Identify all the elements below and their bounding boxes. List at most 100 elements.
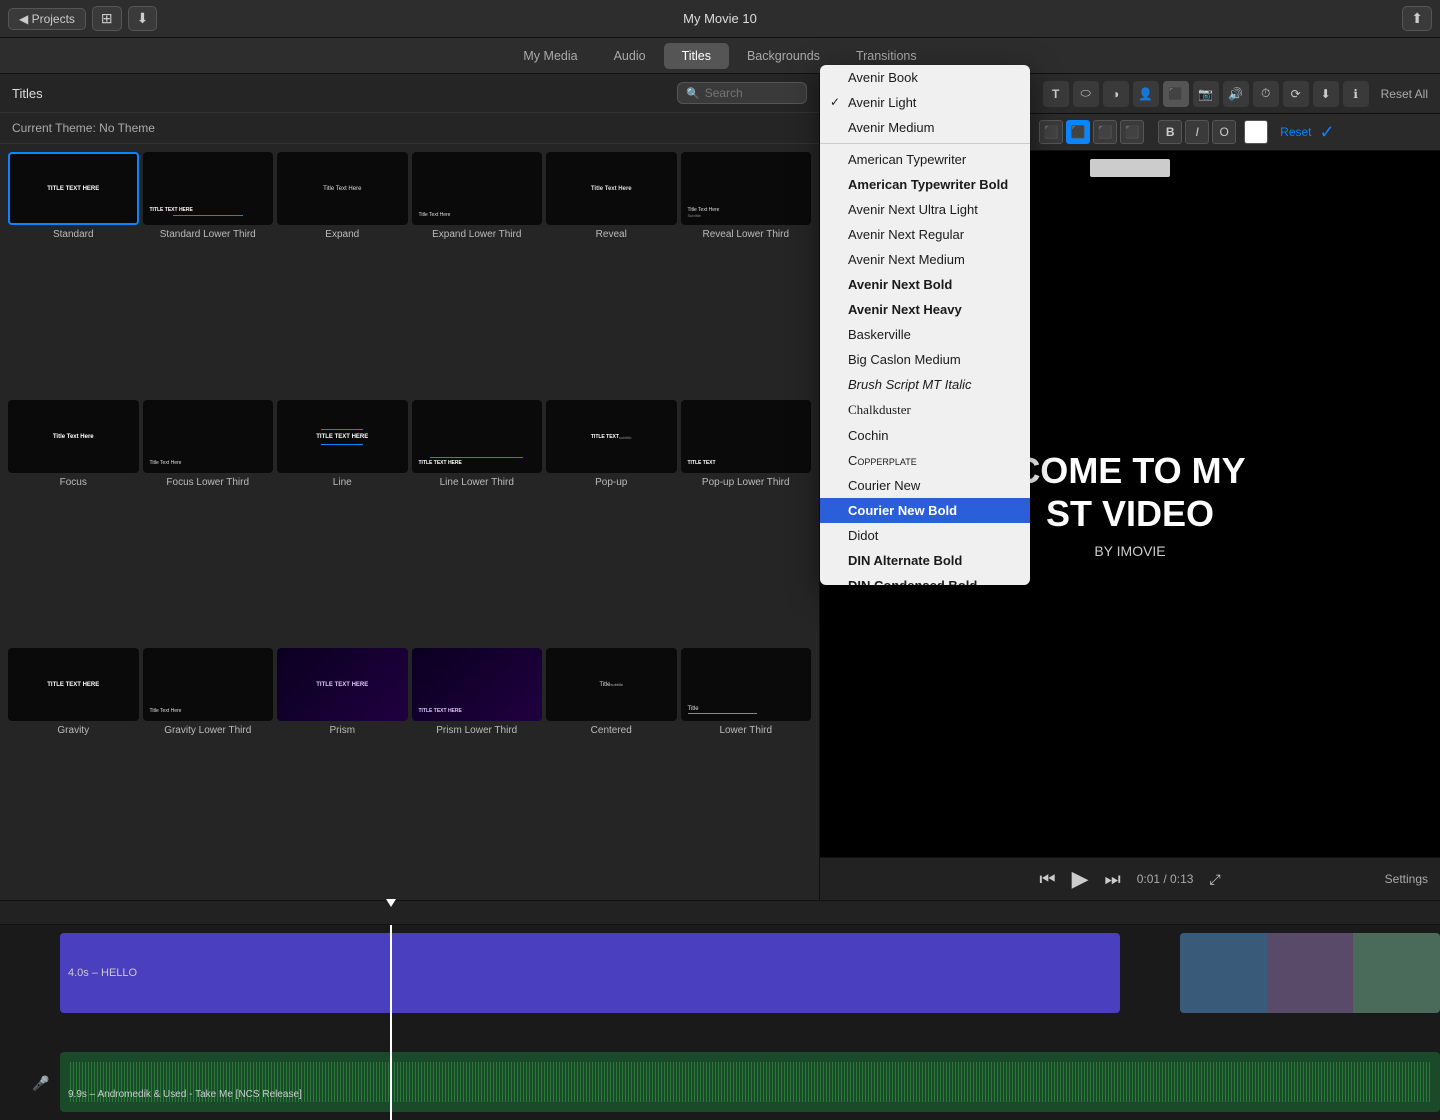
video-track[interactable]: 4.0s – HELLO — [60, 933, 1120, 1013]
dropdown-item[interactable]: Avenir Book — [820, 65, 1030, 90]
dropdown-item[interactable]: Cochin — [820, 423, 1030, 448]
tab-titles[interactable]: Titles — [664, 43, 729, 69]
align-right-button[interactable]: ⬛ — [1093, 120, 1117, 144]
list-item[interactable]: Title subtitle Centered — [546, 648, 677, 892]
bold-button[interactable]: B — [1158, 120, 1182, 144]
dropdown-item[interactable]: DIN Alternate Bold — [820, 548, 1030, 573]
dropdown-item[interactable]: Avenir Next Medium — [820, 247, 1030, 272]
share-button[interactable]: ⬆ — [1402, 6, 1432, 31]
list-item[interactable]: TITLE TEXT HERE Line — [277, 400, 408, 644]
title-thumb[interactable]: Title Text Here — [412, 152, 543, 225]
avatar-icon[interactable]: 👤 — [1133, 81, 1159, 107]
list-item[interactable]: TITLE TEXT HERE Gravity — [8, 648, 139, 892]
align-center-button[interactable]: ⬛ — [1066, 120, 1090, 144]
list-item[interactable]: Title Text Here Focus — [8, 400, 139, 644]
title-label: Gravity Lower Third — [164, 725, 251, 736]
text-tool-icon[interactable]: T — [1043, 81, 1069, 107]
list-item[interactable]: TITLE TEXT HERE Standard Lower Third — [143, 152, 274, 396]
align-justify-button[interactable]: ⬛ — [1120, 120, 1144, 144]
dropdown-item[interactable]: Avenir Next Heavy — [820, 297, 1030, 322]
title-thumb[interactable]: TITLE TEXT subtitle — [546, 400, 677, 473]
dropdown-item[interactable]: American Typewriter Bold — [820, 172, 1030, 197]
dropdown-item[interactable]: Didot — [820, 523, 1030, 548]
title-thumb[interactable]: Title Text Here — [143, 648, 274, 721]
outline-button[interactable]: O — [1212, 120, 1236, 144]
confirm-button[interactable]: ✓ — [1320, 122, 1335, 143]
dropdown-item[interactable]: Avenir Light — [820, 90, 1030, 115]
view-toggle-button[interactable]: ⊞ — [92, 6, 122, 31]
dropdown-item[interactable]: Copperplate — [820, 448, 1030, 473]
list-item[interactable]: Title Text Here Gravity Lower Third — [143, 648, 274, 892]
list-item[interactable]: Title Text Here Focus Lower Third — [143, 400, 274, 644]
list-item[interactable]: Title Text Here Reveal — [546, 152, 677, 396]
camera-icon[interactable]: 📷 — [1193, 81, 1219, 107]
settings-button[interactable]: Settings — [1385, 872, 1428, 886]
play-button[interactable]: ▶ — [1072, 866, 1089, 892]
title-label: Reveal — [596, 229, 627, 240]
list-item[interactable]: Title Text Here Expand Lower Third — [412, 152, 543, 396]
dropdown-item[interactable]: Avenir Next Bold — [820, 272, 1030, 297]
skip-forward-button[interactable]: ⏭ — [1105, 869, 1121, 890]
title-thumb[interactable]: Title Text Here — [546, 152, 677, 225]
title-label: Pop-up — [595, 477, 627, 488]
title-thumb[interactable]: Title Text Here — [277, 152, 408, 225]
info-icon[interactable]: ℹ — [1343, 81, 1369, 107]
list-item[interactable]: TITLE TEXT HERE Prism — [277, 648, 408, 892]
crop-icon[interactable]: ⬛ — [1163, 81, 1189, 107]
dropdown-item[interactable]: Baskerville — [820, 322, 1030, 347]
dropdown-item[interactable]: Courier New Bold — [820, 498, 1030, 523]
color-swatch[interactable] — [1244, 120, 1268, 144]
title-thumb[interactable]: TITLE TEXT HERE — [143, 152, 274, 225]
title-thumb[interactable]: Title subtitle — [546, 648, 677, 721]
skip-back-button[interactable]: ⏮ — [1039, 869, 1055, 890]
fullscreen-button[interactable]: ⤢ — [1209, 871, 1220, 888]
reset-button[interactable]: Reset — [1280, 125, 1311, 139]
dropdown-item[interactable]: Brush Script MT Italic — [820, 372, 1030, 397]
dropdown-item[interactable]: Avenir Medium — [820, 115, 1030, 140]
audio-track[interactable] — [60, 1052, 1440, 1112]
tab-audio[interactable]: Audio — [596, 43, 664, 69]
preview-top-bar — [1090, 159, 1170, 177]
list-item[interactable]: TITLE TEXT HERE Prism Lower Third — [412, 648, 543, 892]
dropdown-item[interactable]: Chalkduster — [820, 397, 1030, 423]
title-thumb[interactable]: TITLE TEXT HERE — [412, 400, 543, 473]
list-item[interactable]: TITLE TEXT subtitle Pop-up — [546, 400, 677, 644]
down-icon[interactable]: ⬇ — [1313, 81, 1339, 107]
stabilize-icon[interactable]: ⟳ — [1283, 81, 1309, 107]
dropdown-item[interactable]: DIN Condensed Bold — [820, 573, 1030, 585]
search-input[interactable] — [705, 86, 795, 100]
reset-all-button[interactable]: Reset All — [1381, 87, 1428, 101]
list-item[interactable]: TITLE TEXT Pop-up Lower Third — [681, 400, 812, 644]
list-item[interactable]: Title Lower Third — [681, 648, 812, 892]
filter-icon[interactable]: ◑ — [1103, 81, 1129, 107]
list-item[interactable]: TITLE TEXT HERE Line Lower Third — [412, 400, 543, 644]
italic-button[interactable]: I — [1185, 120, 1209, 144]
title-thumb[interactable]: TITLE TEXT HERE — [277, 400, 408, 473]
dropdown-item[interactable]: American Typewriter — [820, 147, 1030, 172]
title-thumb[interactable]: TITLE TEXT — [681, 400, 812, 473]
list-item[interactable]: Title Text Here Expand — [277, 152, 408, 396]
shape-icon[interactable]: ⬭ — [1073, 81, 1099, 107]
title-thumb[interactable]: Title Text Here — [143, 400, 274, 473]
dropdown-item[interactable]: Avenir Next Ultra Light — [820, 197, 1030, 222]
projects-button[interactable]: ◀ Projects — [8, 8, 86, 30]
title-thumb[interactable]: Title Text Here — [8, 400, 139, 473]
title-thumb[interactable]: Title Text Here Subtitle — [681, 152, 812, 225]
list-item[interactable]: Title Text Here Subtitle Reveal Lower Th… — [681, 152, 812, 396]
speed-icon[interactable]: ⏱ — [1253, 81, 1279, 107]
list-item[interactable]: TITLE TEXT HERE Standard — [8, 152, 139, 396]
dropdown-item[interactable]: Big Caslon Medium — [820, 347, 1030, 372]
video-track-thumbnails — [1180, 933, 1440, 1013]
title-bar-left: ◀ Projects ⊞ ⬇ — [8, 6, 157, 31]
title-thumb[interactable]: TITLE TEXT HERE — [412, 648, 543, 721]
title-thumb[interactable]: TITLE TEXT HERE — [8, 648, 139, 721]
title-thumb[interactable]: Title — [681, 648, 812, 721]
align-left-button[interactable]: ⬛ — [1039, 120, 1063, 144]
dropdown-item[interactable]: Courier New — [820, 473, 1030, 498]
volume-icon[interactable]: 🔊 — [1223, 81, 1249, 107]
title-thumb[interactable]: TITLE TEXT HERE — [8, 152, 139, 225]
tab-my-media[interactable]: My Media — [505, 43, 595, 69]
dropdown-item[interactable]: Avenir Next Regular — [820, 222, 1030, 247]
title-thumb[interactable]: TITLE TEXT HERE — [277, 648, 408, 721]
download-button[interactable]: ⬇ — [128, 6, 158, 31]
